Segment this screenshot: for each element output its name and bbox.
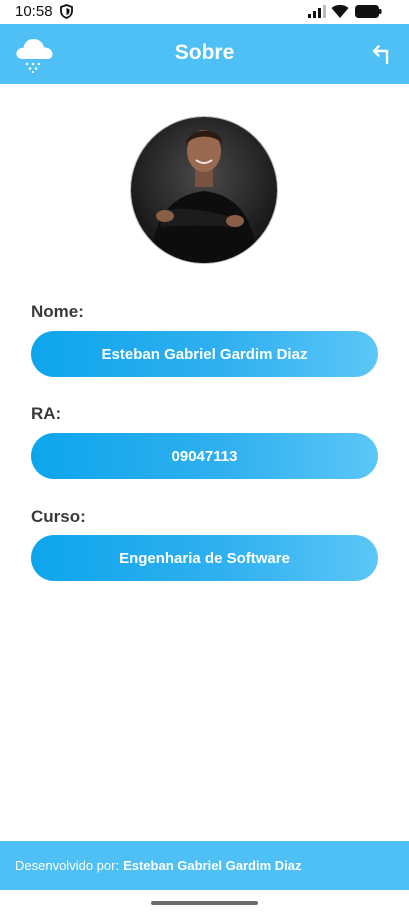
footer-prefix: Desenvolvido por: xyxy=(15,858,120,873)
course-value-field: Engenharia de Software xyxy=(31,535,378,581)
ra-label: RA: xyxy=(31,404,62,423)
return-arrow-icon[interactable] xyxy=(370,43,398,67)
avatar xyxy=(130,116,278,264)
ra-value-field: 09047113 xyxy=(31,433,378,479)
shield-icon xyxy=(60,4,73,24)
name-label: Nome: xyxy=(31,302,84,321)
status-time: 10:58 xyxy=(15,3,53,20)
cell-signal-icon xyxy=(308,5,326,23)
status-bar: 10:58 xyxy=(0,0,409,24)
battery-icon xyxy=(355,5,382,23)
name-value-field: Esteban Gabriel Gardim Diaz xyxy=(31,331,378,377)
home-indicator[interactable] xyxy=(151,901,258,905)
page-title: Sobre xyxy=(174,41,235,64)
footer: Desenvolvido por: Esteban Gabriel Gardim… xyxy=(0,841,409,890)
course-label: Curso: xyxy=(31,507,86,526)
footer-developer-name: Esteban Gabriel Gardim Diaz xyxy=(123,858,302,873)
app-bar: Sobre xyxy=(0,24,409,84)
wifi-icon xyxy=(331,4,349,23)
